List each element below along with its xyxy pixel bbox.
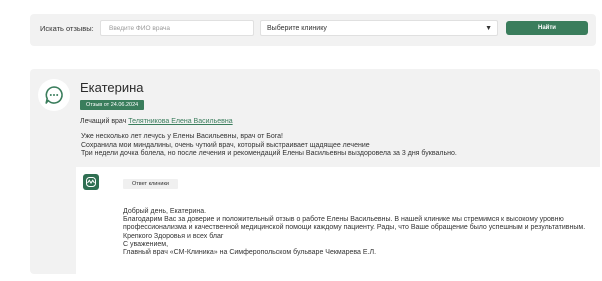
reply-text-line: Главный врач «СМ-Клиника» на Симферополь…	[123, 249, 377, 257]
clinic-reply: Ответ клиники Добрый день, Екатерина. Бл…	[76, 167, 602, 274]
review-text-line: Сохранила мои миндалины, очень чуткий вр…	[81, 141, 370, 149]
review-text: Уже несколько лет лечусь у Елены Василье…	[81, 133, 457, 159]
find-button[interactable]: Найти	[506, 21, 588, 35]
clinic-reply-badge: Ответ клиники	[123, 179, 178, 189]
reply-text-line: С уважением,	[123, 240, 169, 248]
doctor-prefix: Лечащий врач	[80, 118, 127, 125]
reply-text-line: Добрый день, Екатерина.	[123, 208, 207, 215]
review-date-badge: Отзыв от 24.06.2024	[80, 100, 145, 110]
clinic-select[interactable]: Выберите клинику ▼	[260, 20, 498, 36]
attending-doctor-line: Лечащий врач Телятникова Елена Васильевн…	[80, 118, 233, 125]
clinic-logo-icon	[83, 174, 99, 190]
reply-text-line: профессионализма и качественной медицинс…	[123, 224, 586, 232]
doctor-search-input[interactable]	[100, 20, 254, 36]
chevron-down-icon: ▼	[485, 25, 492, 32]
chat-bubble-icon	[38, 79, 70, 111]
review-author: Екатерина	[80, 80, 144, 95]
review-text-line: Три недели дочка болела, но после лечени…	[81, 150, 457, 157]
review-text-line: Уже несколько лет лечусь у Елены Василье…	[81, 133, 283, 140]
review-card: Екатерина Отзыв от 24.06.2024 Лечащий вр…	[30, 69, 602, 274]
search-panel: Искать отзывы: Выберите клинику ▼ Найти	[30, 14, 596, 46]
doctor-link[interactable]: Телятникова Елена Васильевна	[128, 118, 232, 125]
reply-text-line: Крепкого Здоровья и всех благ	[123, 232, 224, 240]
clinic-reply-text: Добрый день, Екатерина. Благодарим Вас з…	[123, 208, 585, 257]
clinic-select-value: Выберите клинику	[267, 25, 327, 32]
search-label: Искать отзывы:	[40, 24, 94, 33]
